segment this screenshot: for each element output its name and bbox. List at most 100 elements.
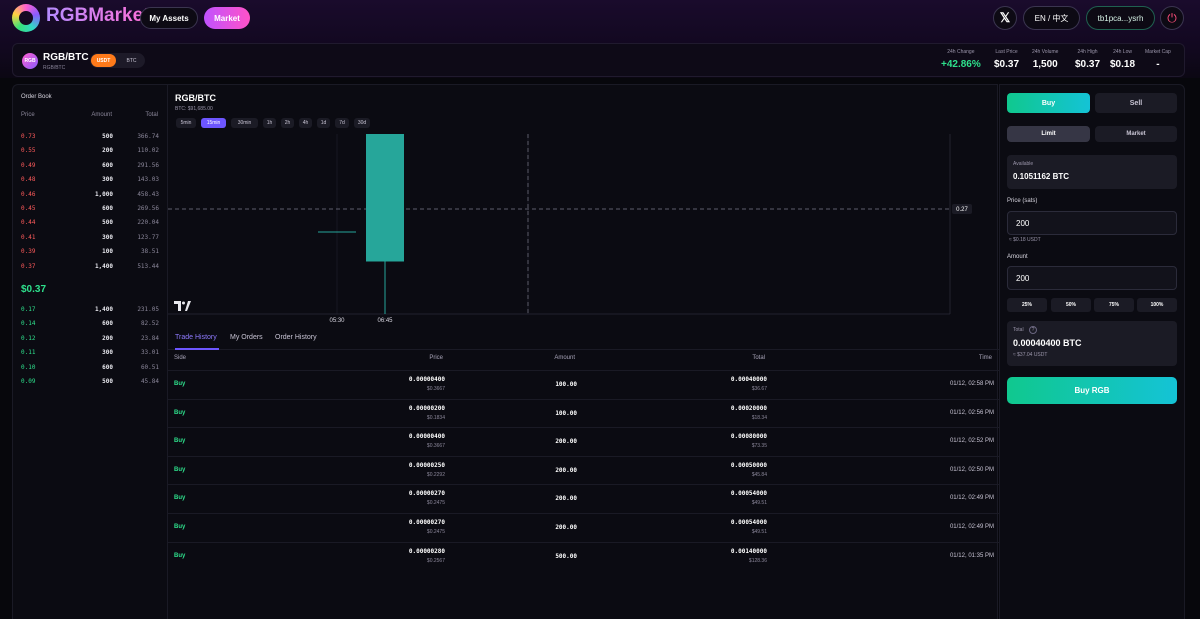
order-book-row[interactable]: 0.37 1,400 513.44 xyxy=(13,263,168,275)
order-book-row[interactable]: 0.10 600 60.51 xyxy=(13,364,168,376)
active-tab-indicator xyxy=(175,348,219,350)
trade-price: 0.00000270 xyxy=(408,490,445,498)
order-book-row[interactable]: 0.49 600 291.56 xyxy=(13,162,168,174)
timeframe-1d-button[interactable]: 1d xyxy=(317,118,330,128)
trade-side: Buy xyxy=(174,466,186,473)
my-assets-button[interactable]: My Assets xyxy=(140,7,198,29)
order-book-row[interactable]: 0.41 300 123.77 xyxy=(13,234,168,246)
candle-body[interactable] xyxy=(366,134,404,262)
chart-btc-price: BTC: $91,685.00 xyxy=(175,106,213,112)
table-row[interactable]: Buy 0.00000400 $0.3667 200.00 0.00080000 $73.… xyxy=(168,427,999,455)
price-chart[interactable]: 0.27 05:30 06:45 xyxy=(168,134,999,326)
order-book-row[interactable]: 0.55 200 110.02 xyxy=(13,147,168,159)
trade-total: 0.00020000 xyxy=(730,404,767,412)
timeframe-2h-button[interactable]: 2h xyxy=(281,118,294,128)
order-book-row[interactable]: 0.39 100 38.51 xyxy=(13,248,168,260)
logout-icon[interactable]: ⏻ xyxy=(1160,6,1184,30)
order-book-row[interactable]: 0.11 300 33.01 xyxy=(13,349,168,361)
timeframe-5min-button[interactable]: 5min xyxy=(176,118,196,128)
order-book-amount: 1,400 xyxy=(94,306,113,313)
order-book-amount: 200 xyxy=(102,147,113,155)
timeframe-30min-button[interactable]: 30min xyxy=(231,118,258,128)
order-book-row[interactable]: 0.17 1,400 231.05 xyxy=(13,306,168,318)
trade-side: Buy xyxy=(174,552,186,559)
quote-usdt-button[interactable]: USDT xyxy=(91,54,116,67)
trade-side: Buy xyxy=(174,381,186,387)
trade-price: 0.00000280 xyxy=(408,547,445,555)
trade-price-usd: $0.2292 xyxy=(426,471,445,478)
order-book-amount: 600 xyxy=(102,205,113,212)
timeframe-7d-button[interactable]: 7d xyxy=(335,118,349,128)
limit-order-button[interactable]: Limit xyxy=(1007,126,1090,142)
trade-time: 01/12, 02:58 PM xyxy=(949,381,994,387)
timeframe-1h-button[interactable]: 1h xyxy=(263,118,276,128)
trade-side: Buy xyxy=(174,495,186,502)
order-book-row[interactable]: 0.73 500 366.74 xyxy=(13,133,168,145)
order-book-total: 110.02 xyxy=(137,147,159,155)
sell-tab-button[interactable]: Sell xyxy=(1095,93,1177,113)
order-book-amount: 300 xyxy=(102,176,113,184)
trade-amount: 200.00 xyxy=(555,524,577,531)
tab-trade-history[interactable]: Trade History xyxy=(175,334,217,341)
percent-100-button[interactable]: 100% xyxy=(1137,298,1177,312)
timeframe-15min-button[interactable]: 15min xyxy=(201,118,226,128)
market-order-button[interactable]: Market xyxy=(1095,126,1177,142)
order-book-price: 0.10 xyxy=(21,363,36,371)
table-row[interactable]: Buy 0.00000280 $0.2567 500.00 0.00140000 $128… xyxy=(168,541,999,570)
order-book-amount: 600 xyxy=(102,161,113,169)
table-row[interactable]: Buy 0.00000200 $0.1834 100.00 0.00020000 $18.… xyxy=(168,398,999,427)
table-row[interactable]: Buy 0.00000270 $0.2475 200.00 0.00054000 $49.… xyxy=(168,484,999,512)
pair-info-bar: RGB RGB/BTC RGB/BTC USDT BTC 24h Change … xyxy=(12,43,1185,77)
wallet-address-button[interactable]: tb1pca...ysrh xyxy=(1086,6,1155,30)
order-book-price: 0.41 xyxy=(21,233,36,241)
order-book-row[interactable]: 0.14 600 82.52 xyxy=(13,320,168,332)
price-input[interactable] xyxy=(1007,211,1177,235)
order-book-amount: 1,000 xyxy=(94,190,113,198)
order-book-total: 123.77 xyxy=(137,233,159,241)
order-book-price: 0.39 xyxy=(21,248,36,256)
rgb-token-icon: RGB xyxy=(22,53,38,69)
brand-logo-icon[interactable] xyxy=(12,4,40,32)
order-book-amount: 1,400 xyxy=(94,262,113,270)
table-row[interactable]: Buy 0.00000270 $0.2475 200.00 0.00054000 $49.… xyxy=(168,513,999,541)
order-book-row[interactable]: 0.44 500 220.04 xyxy=(13,219,168,231)
order-book-amount: 600 xyxy=(102,363,113,371)
order-book-row[interactable]: 0.09 500 45.84 xyxy=(13,378,168,390)
brand-name[interactable]: RGBMarket xyxy=(46,5,149,27)
stat-market-cap: Market Cap - xyxy=(1145,49,1171,70)
order-book-total: 33.01 xyxy=(140,349,159,357)
order-book-mid-price: $0.37 xyxy=(21,284,47,295)
percent-75-button[interactable]: 75% xyxy=(1094,298,1134,312)
order-book-price: 0.17 xyxy=(21,306,36,313)
table-row[interactable]: Buy 0.00000250 $0.2292 200.00 0.00050000 $45.… xyxy=(168,455,999,484)
quote-btc-button[interactable]: BTC xyxy=(119,54,144,67)
table-row[interactable]: Buy 0.00000400 $0.3667 100.00 0.00040000 $36.… xyxy=(168,370,999,398)
order-book-total: 458.43 xyxy=(137,190,159,198)
amount-input[interactable] xyxy=(1007,266,1177,290)
order-book-row[interactable]: 0.45 600 269.56 xyxy=(13,205,168,217)
help-icon[interactable]: ? xyxy=(1029,326,1037,334)
order-book-row[interactable]: 0.48 300 143.03 xyxy=(13,176,168,188)
trade-total: 0.00140000 xyxy=(730,547,767,555)
trade-total: 0.00040000 xyxy=(730,376,767,383)
x-logo-icon[interactable]: 𝕏 xyxy=(993,6,1017,30)
tradingview-logo-icon[interactable] xyxy=(174,301,191,311)
order-book-row[interactable]: 0.46 1,000 458.43 xyxy=(13,191,168,203)
percent-50-button[interactable]: 50% xyxy=(1051,298,1091,312)
percent-25-button[interactable]: 25% xyxy=(1007,298,1047,312)
candle-body[interactable] xyxy=(318,231,356,233)
order-book-row[interactable]: 0.12 200 23.84 xyxy=(13,335,168,347)
tab-order-history[interactable]: Order History xyxy=(275,334,317,341)
total-label: Total xyxy=(1013,327,1024,333)
language-switch-button[interactable]: EN / 中文 xyxy=(1023,6,1080,30)
pair-name: RGB/BTC xyxy=(43,52,89,63)
timeframe-30d-button[interactable]: 30d xyxy=(354,118,370,128)
market-button[interactable]: Market xyxy=(204,7,250,29)
timeframe-4h-button[interactable]: 4h xyxy=(299,118,312,128)
history-price-header: Price xyxy=(429,355,443,361)
amount-field-label: Amount xyxy=(1007,254,1028,260)
tab-my-orders[interactable]: My Orders xyxy=(230,334,263,341)
trade-price: 0.00000270 xyxy=(408,519,445,526)
buy-rgb-button[interactable]: Buy RGB xyxy=(1007,377,1177,404)
buy-tab-button[interactable]: Buy xyxy=(1007,93,1090,113)
